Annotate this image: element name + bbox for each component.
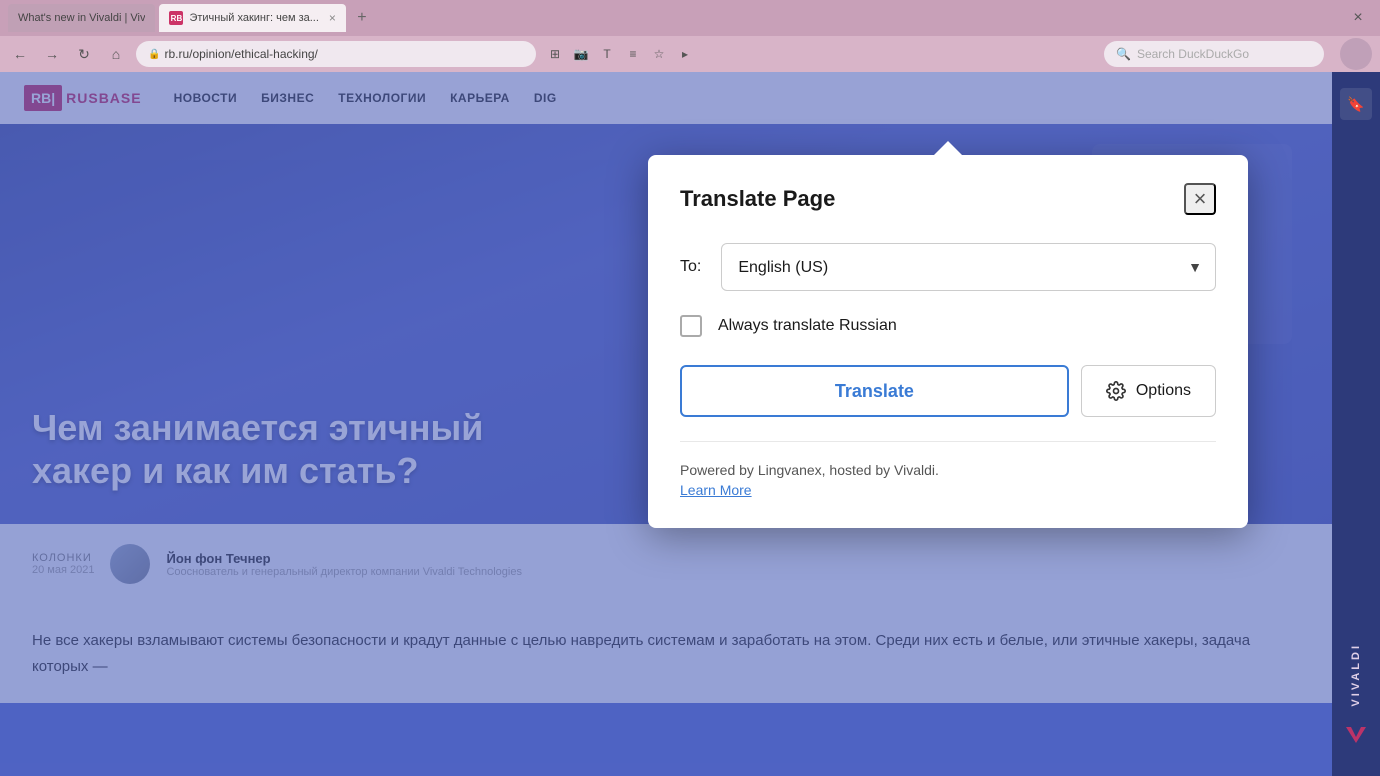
toolbar-icons: ⊞ 📷 T ≡ ☆ ▸ — [544, 43, 696, 65]
tab-active[interactable]: RB Этичный хакинг: чем за... × — [159, 4, 345, 32]
translate-button[interactable]: Translate — [680, 365, 1069, 417]
forward-button[interactable]: → — [40, 42, 64, 66]
add-tab-icon: + — [357, 9, 366, 27]
learn-more-link[interactable]: Learn More — [680, 482, 752, 498]
tab-favicon: RB — [169, 11, 183, 25]
search-icon: 🔍 — [1116, 47, 1131, 61]
vivaldi-sidebar: 🔖 VIVALDI — [1332, 72, 1380, 776]
user-avatar[interactable] — [1340, 38, 1372, 70]
vivaldi-v-icon — [1344, 723, 1368, 747]
bookmark-icon[interactable]: ⊞ — [544, 43, 566, 65]
dialog-arrow — [934, 141, 962, 155]
gear-icon — [1106, 381, 1126, 401]
dialog-header: Translate Page × — [680, 183, 1216, 215]
back-button[interactable]: ← — [8, 42, 32, 66]
to-label: To: — [680, 258, 701, 276]
to-row: To: English (US) English (UK) Russian Ge… — [680, 243, 1216, 291]
search-box[interactable]: 🔍 Search DuckDuckGo — [1104, 41, 1324, 67]
reload-button[interactable]: ↻ — [72, 42, 96, 66]
vivaldi-logo: VIVALDI — [1350, 643, 1362, 707]
browser-close-button[interactable]: × — [1344, 4, 1372, 32]
home-button[interactable]: ⌂ — [104, 42, 128, 66]
add-tab-button[interactable]: + — [350, 6, 374, 30]
address-bar: ← → ↻ ⌂ 🔒 rb.ru/opinion/ethical-hacking/… — [0, 36, 1380, 72]
lock-icon: 🔒 — [148, 49, 160, 60]
tab-background[interactable]: What's new in Vivaldi | Viv — [8, 4, 155, 32]
always-translate-label: Always translate Russian — [718, 317, 897, 335]
screenshot-icon[interactable]: 📷 — [570, 43, 592, 65]
always-translate-checkbox[interactable] — [680, 315, 702, 337]
search-placeholder: Search DuckDuckGo — [1137, 47, 1249, 61]
address-input[interactable]: 🔒 rb.ru/opinion/ethical-hacking/ — [136, 41, 536, 67]
tab-bg-label: What's new in Vivaldi | Viv — [18, 12, 145, 24]
options-button[interactable]: Options — [1081, 365, 1216, 417]
dialog-title: Translate Page — [680, 186, 835, 212]
language-select[interactable]: English (US) English (UK) Russian German… — [721, 243, 1216, 291]
powered-by-text: Powered by Lingvanex, hosted by Vivaldi. — [680, 462, 1216, 478]
tab-bar: What's new in Vivaldi | Viv RB Этичный х… — [0, 0, 1380, 36]
tab-active-label: Этичный хакинг: чем за... — [189, 12, 318, 24]
tab-close-icon[interactable]: × — [329, 11, 336, 25]
star-icon[interactable]: ☆ — [648, 43, 670, 65]
more-icon[interactable]: ▸ — [674, 43, 696, 65]
translate-icon[interactable]: T — [596, 43, 618, 65]
checkbox-row: Always translate Russian — [680, 315, 1216, 337]
language-select-wrapper: English (US) English (UK) Russian German… — [721, 243, 1216, 291]
translate-dialog: Translate Page × To: English (US) Englis… — [648, 155, 1248, 528]
button-row: Translate Options — [680, 365, 1216, 417]
dialog-close-button[interactable]: × — [1184, 183, 1216, 215]
reader-icon[interactable]: ≡ — [622, 43, 644, 65]
sidebar-bookmark-icon[interactable]: 🔖 — [1340, 88, 1372, 120]
dialog-footer: Powered by Lingvanex, hosted by Vivaldi.… — [680, 441, 1216, 500]
address-text: rb.ru/opinion/ethical-hacking/ — [164, 47, 317, 61]
